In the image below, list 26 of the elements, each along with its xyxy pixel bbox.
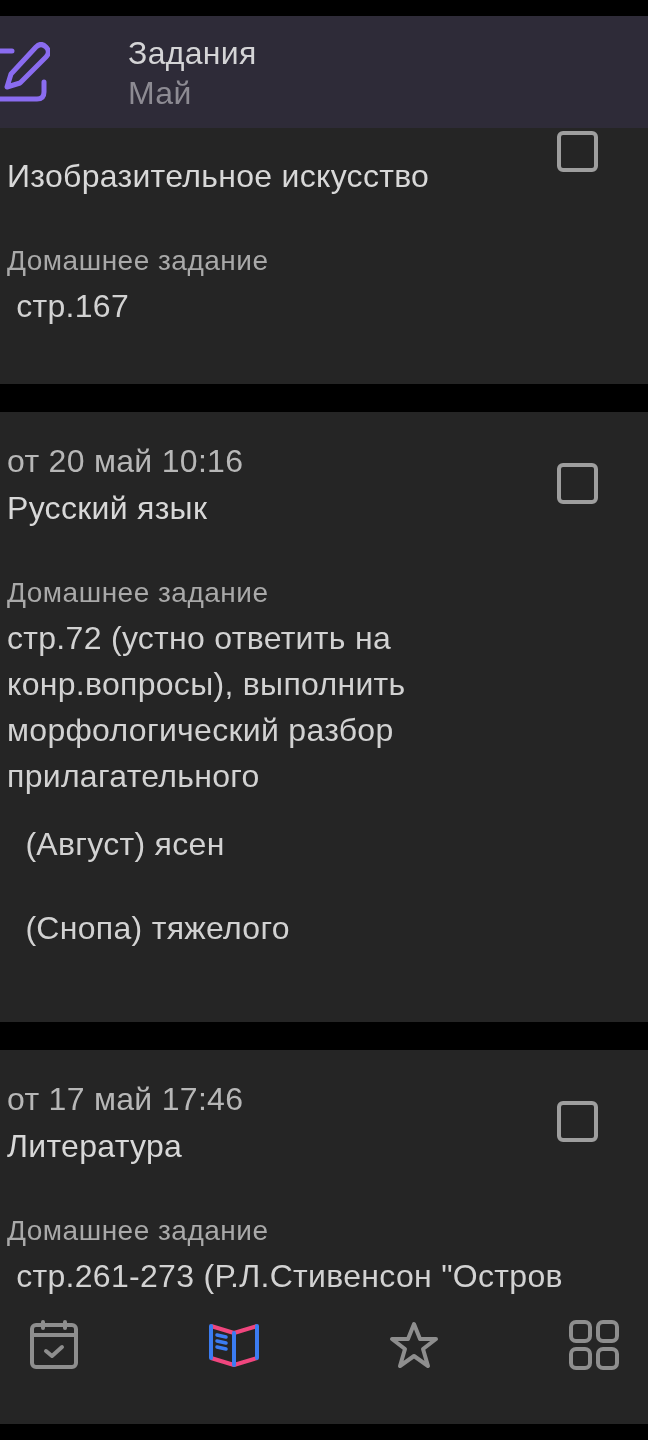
checkbox[interactable]: [557, 1101, 598, 1142]
grid-icon: [569, 1320, 619, 1370]
homework-label: Домашнее задание: [7, 1214, 270, 1248]
assignment-date: от 17 май 17:46: [7, 1080, 245, 1119]
header-subtitle: Май: [128, 74, 193, 113]
nav-tab[interactable]: [388, 1319, 440, 1371]
homework-text: (Снопа) тяжелого: [24, 909, 291, 948]
subject-name: Литература: [7, 1127, 184, 1166]
checkbox[interactable]: [557, 463, 598, 504]
edit-pencil-icon: [0, 42, 50, 102]
homework-label: Домашнее задание: [7, 576, 270, 610]
homework-text: стр.261-273 (Р.Л.Стивенсон "Остров: [15, 1257, 564, 1296]
subject-name: Изобразительное искусство: [7, 157, 431, 196]
homework-label: Домашнее задание: [7, 244, 270, 278]
open-book-icon: [208, 1322, 260, 1368]
nav-tab[interactable]: [28, 1319, 80, 1371]
subject-name: Русский язык: [7, 489, 209, 528]
checkbox[interactable]: [557, 131, 598, 172]
nav-tab[interactable]: [568, 1319, 620, 1371]
homework-text: (Август) ясен: [24, 825, 226, 864]
assignment-date: от 20 май 10:16: [7, 442, 245, 481]
header-title: Задания: [128, 34, 257, 73]
homework-text: стр.72 (устно ответить на конр.вопросы), выполнить морфологический разбор прилагательного: [7, 619, 407, 796]
homework-text: стр.167: [15, 287, 131, 326]
calendar-check-icon: [29, 1320, 79, 1370]
star-icon: [389, 1321, 439, 1369]
